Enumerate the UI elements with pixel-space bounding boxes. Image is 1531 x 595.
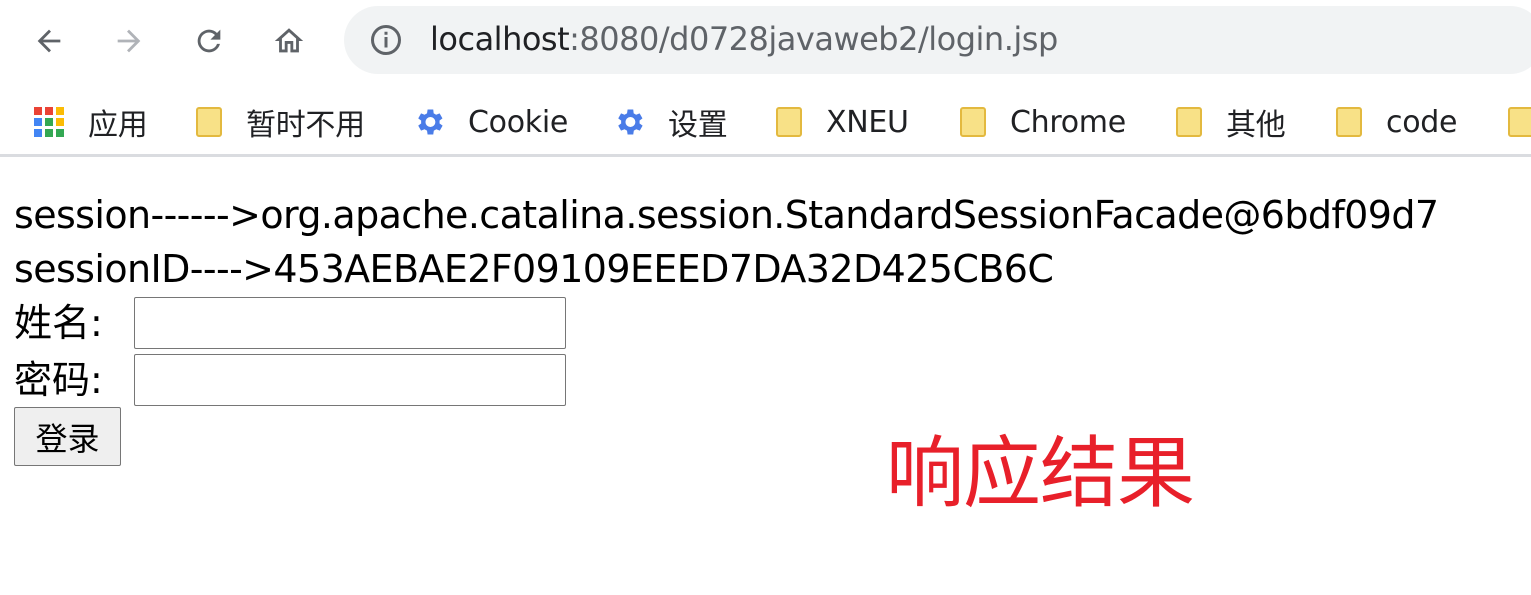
folder-icon [774,105,804,139]
bookmark-folder-xneu[interactable]: XNEU [774,100,909,144]
name-row: 姓名: [14,296,1438,353]
apps-grid-icon [34,107,64,137]
url-host: localhost [430,20,570,58]
forward-icon [117,29,141,53]
browser-toolbar: localhost:8080/d0728javaweb2/login.jsp [0,0,1531,82]
bookmark-label: 暂时不用 [246,108,365,143]
url-path: :8080/d0728javaweb2/login.jsp [569,20,1058,58]
page-content: session------>org.apache.catalina.sessio… [14,188,1439,466]
bookmark-label: 其他 [1226,108,1286,143]
bookmark-folder-chrome[interactable]: Chrome [958,100,1126,144]
reload-button[interactable] [182,14,236,68]
address-bar[interactable]: localhost:8080/d0728javaweb2/login.jsp [344,6,1531,74]
bookmark-folder-zanshi[interactable]: 暂时不用 [194,100,365,144]
bookmark-settings[interactable]: 设置 [612,100,728,144]
login-button[interactable]: 登录 [14,407,121,466]
folder-icon [1334,105,1364,139]
bookmark-label: 设置 [668,108,728,143]
name-input[interactable] [134,297,566,349]
bookmark-label: 应用 [88,108,148,143]
folder-icon [1174,105,1204,139]
url-text[interactable]: localhost:8080/d0728javaweb2/login.jsp [430,19,1058,59]
home-button[interactable] [262,14,316,68]
password-row: 密码: [14,353,1438,410]
session-id-line: sessionID---->453AEBAE2F09109EEED7DA32D4… [14,247,1054,291]
home-icon [274,28,304,53]
folder-icon [958,105,988,139]
bookmark-label: XNEU [826,104,909,140]
bookmarks-bar: 应用 暂时不用 Cookie 设置 XNEU Chrome 其他 code [0,92,1531,157]
bookmark-folder-code[interactable]: code [1334,100,1457,144]
forward-button[interactable] [102,14,156,68]
back-button[interactable] [22,14,76,68]
folder-icon [194,105,224,139]
back-icon [37,29,61,53]
bookmark-label: code [1386,104,1458,140]
bookmark-overflow-folder[interactable] [1506,100,1531,144]
bookmark-cookie[interactable]: Cookie [412,100,568,144]
info-icon[interactable] [368,22,404,58]
folder-icon [1506,105,1531,139]
password-input[interactable] [134,354,566,406]
response-result-annotation: 响应结果 [886,429,1195,519]
name-label: 姓名: [14,301,103,345]
gear-icon [618,109,643,135]
bookmark-apps[interactable]: 应用 [32,100,148,144]
reload-icon [197,29,221,53]
bookmark-label: Chrome [1010,104,1126,140]
bookmark-folder-other[interactable]: 其他 [1174,100,1286,144]
gear-icon [418,109,443,135]
bookmark-label: Cookie [468,104,569,140]
password-label: 密码: [14,358,103,402]
session-line: session------>org.apache.catalina.sessio… [14,193,1439,237]
